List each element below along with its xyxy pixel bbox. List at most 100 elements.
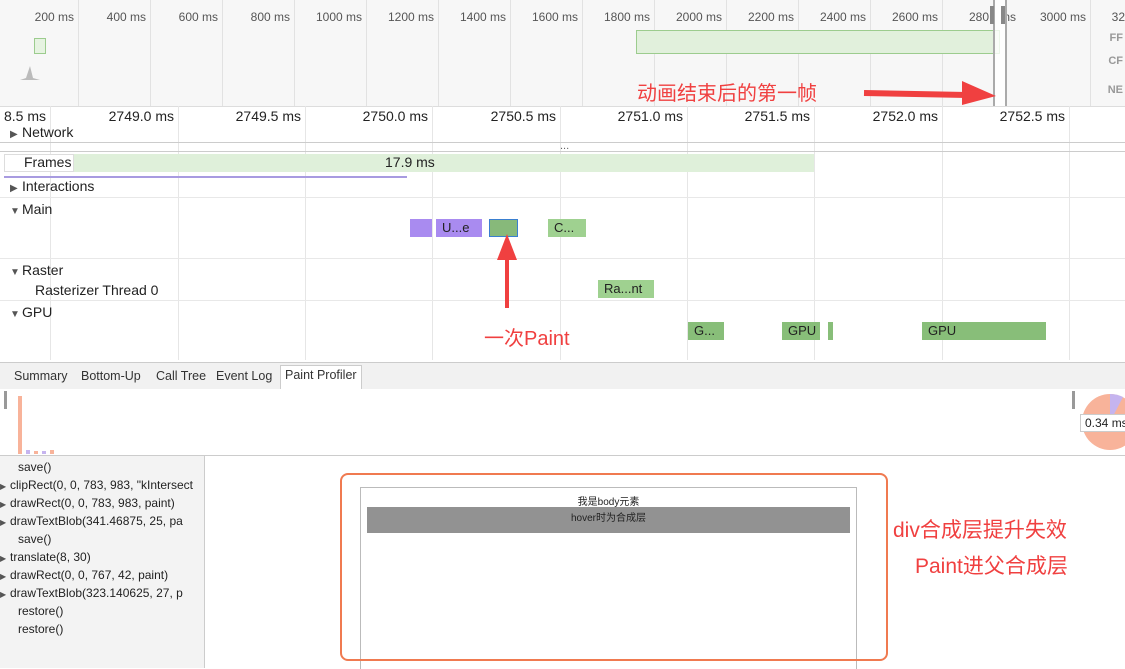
overview-tick: 200 ms xyxy=(34,10,74,24)
collapse-triangle-icon: ▼ xyxy=(10,206,20,217)
expand-triangle-icon: ▶ xyxy=(0,482,7,491)
paint-command[interactable]: restore() xyxy=(8,604,63,618)
paint-command-text: restore() xyxy=(18,622,64,636)
ruler-tick: 2751.5 ms xyxy=(744,108,810,124)
expand-triangle-icon: ▶ xyxy=(0,590,7,599)
paint-command[interactable]: ▶ drawTextBlob(323.140625, 27, p xyxy=(0,586,183,600)
histogram-bar xyxy=(18,396,22,454)
paint-command-text: restore() xyxy=(18,604,64,618)
expand-triangle-icon: ▶ xyxy=(10,183,18,194)
track-raster[interactable]: ▼ Raster xyxy=(10,262,63,278)
track-network[interactable]: ▶ Network xyxy=(10,124,73,140)
track-main-label: Main xyxy=(22,201,53,217)
overview-tick: 2200 ms xyxy=(747,10,794,24)
raster-event-paint[interactable]: Ra...nt xyxy=(598,280,654,298)
paint-command[interactable]: ▶ translate(8, 30) xyxy=(0,550,91,564)
paint-command[interactable]: ▶ clipRect(0, 0, 783, 983, "kIntersect xyxy=(0,478,193,492)
collapse-triangle-icon: ▼ xyxy=(10,267,20,278)
tab-paint-profiler[interactable]: Paint Profiler xyxy=(280,365,362,390)
expand-triangle-icon: ▶ xyxy=(0,554,7,563)
pie-total-label: 0.34 ms xyxy=(1080,414,1125,432)
overview-tick: 400 ms xyxy=(106,10,146,24)
annotation-fail-line2: Paint进父合成层 xyxy=(915,555,1068,578)
paint-profiler-timeline[interactable] xyxy=(0,389,1125,456)
paint-command-text: save() xyxy=(18,532,52,546)
overview-tick: 1400 ms xyxy=(459,10,506,24)
paint-command-text: drawRect(0, 0, 783, 983, paint) xyxy=(10,496,175,510)
overview-tick: 32 xyxy=(1111,10,1125,24)
annotation-arrow-right xyxy=(863,81,996,105)
expand-triangle-icon: ▶ xyxy=(0,500,7,509)
tab-bottom-up[interactable]: Bottom-Up xyxy=(77,367,145,385)
ruler-tick: 8.5 ms xyxy=(3,108,46,124)
paint-command[interactable]: save() xyxy=(8,532,51,546)
ruler-tick: 2750.0 ms xyxy=(362,108,428,124)
overview-tick: 800 ms xyxy=(250,10,290,24)
paint-command[interactable]: save() xyxy=(8,460,51,474)
histogram-bar xyxy=(26,450,30,454)
overview-tick: 1800 ms xyxy=(603,10,650,24)
histogram-bar xyxy=(34,451,38,454)
annotation-fail-line1: div合成层提升失效 xyxy=(893,519,1067,542)
range-handle-left[interactable] xyxy=(4,391,7,409)
gpu-event[interactable]: GPU xyxy=(782,322,820,340)
selection-right-handle[interactable] xyxy=(1001,6,1005,24)
ruler-tick: 2751.0 ms xyxy=(617,108,683,124)
track-network-label: Network xyxy=(22,124,74,140)
gpu-event[interactable] xyxy=(828,322,833,340)
gpu-event[interactable]: GPU xyxy=(922,322,1046,340)
overview-tick: 2400 ms xyxy=(819,10,866,24)
annotation-one-paint: 一次Paint xyxy=(484,328,570,350)
cpu-activity-chart xyxy=(20,66,40,80)
ruler-tick: 2749.0 ms xyxy=(108,108,174,124)
range-handle-right[interactable] xyxy=(1072,391,1075,409)
track-interactions[interactable]: ▶ Interactions xyxy=(10,178,94,194)
annotation-arrow-up xyxy=(497,234,517,308)
frame-duration: 17.9 ms xyxy=(385,154,435,170)
track-gpu[interactable]: ▼ GPU xyxy=(10,304,52,320)
selection-left-handle[interactable] xyxy=(990,6,994,24)
histogram-bar xyxy=(42,451,46,454)
main-event-update-layer-tree[interactable] xyxy=(410,219,432,237)
paint-command-text: save() xyxy=(18,460,52,474)
track-interactions-label: Interactions xyxy=(22,178,95,194)
collapse-triangle-icon: ▼ xyxy=(10,309,20,320)
tab-summary[interactable]: Summary xyxy=(10,367,71,385)
annotation-first-frame: 动画结束后的第一帧 xyxy=(637,83,817,105)
tab-event-log[interactable]: Event Log xyxy=(212,367,276,385)
overview-tick: 1600 ms xyxy=(531,10,578,24)
rasterizer-thread-label: Rasterizer Thread 0 xyxy=(35,282,159,298)
track-gpu-label: GPU xyxy=(22,304,53,320)
ruler-tick: 2752.5 ms xyxy=(999,108,1065,124)
paint-command-text: drawTextBlob(341.46875, 25, pa xyxy=(10,514,183,528)
paint-command[interactable]: restore() xyxy=(8,622,63,636)
expand-triangle-icon: ▶ xyxy=(0,518,7,527)
paint-command[interactable]: ▶ drawTextBlob(341.46875, 25, pa xyxy=(0,514,183,528)
ruler-tick: 2749.5 ms xyxy=(235,108,301,124)
fps-bar xyxy=(34,38,46,54)
track-frames-label: Frames xyxy=(24,154,72,170)
tab-call-tree[interactable]: Call Tree xyxy=(152,367,210,385)
paint-command-list[interactable]: save() ▶ clipRect(0, 0, 783, 983, "kInter… xyxy=(0,456,205,668)
paint-command[interactable]: ▶ drawRect(0, 0, 767, 42, paint) xyxy=(0,568,168,582)
gpu-event[interactable]: G... xyxy=(688,322,724,340)
timeline-overview[interactable]: 200 ms 400 ms 600 ms 800 ms 1000 ms 1200… xyxy=(0,0,1125,107)
overview-tick: 3000 ms xyxy=(1039,10,1086,24)
overview-tick: 2000 ms xyxy=(675,10,722,24)
paint-command[interactable]: ▶ drawRect(0, 0, 783, 983, paint) xyxy=(0,496,175,510)
paint-command-text: drawRect(0, 0, 767, 42, paint) xyxy=(10,568,169,582)
cpu-label: CF xyxy=(1108,55,1123,67)
main-event-update[interactable]: U...e xyxy=(436,219,482,237)
track-main[interactable]: ▼ Main xyxy=(10,201,52,217)
track-raster-label: Raster xyxy=(22,262,64,278)
paint-command-text: clipRect(0, 0, 783, 983, "kIntersect xyxy=(10,478,194,492)
net-label: NE xyxy=(1107,84,1123,96)
expand-triangle-icon: ▶ xyxy=(0,572,7,581)
main-event-composite[interactable]: C... xyxy=(548,219,586,237)
ruler-tick: 2752.0 ms xyxy=(872,108,938,124)
expand-triangle-icon: ▶ xyxy=(10,129,18,140)
annotation-highlight-box xyxy=(340,473,888,661)
ruler-tick: 2750.5 ms xyxy=(490,108,556,124)
fps-label: FF xyxy=(1109,32,1123,44)
paint-command-text: drawTextBlob(323.140625, 27, p xyxy=(10,586,183,600)
